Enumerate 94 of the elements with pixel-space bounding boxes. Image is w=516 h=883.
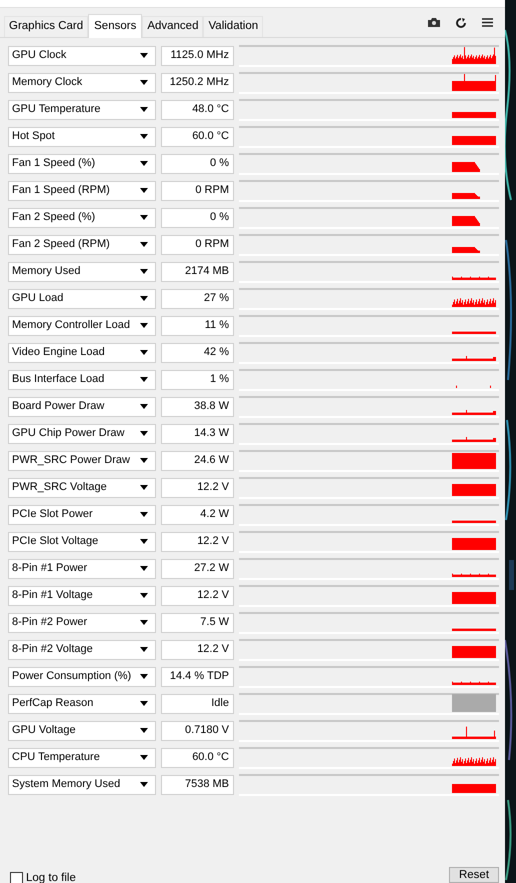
- caret-icon: [140, 161, 148, 166]
- sensor-dropdown[interactable]: Board Power Draw: [8, 396, 156, 416]
- sensor-dropdown[interactable]: Power Consumption (%): [8, 666, 156, 686]
- caret-icon: [140, 620, 148, 625]
- checkbox-label: Log to file: [26, 870, 76, 883]
- caret-icon: [140, 593, 148, 598]
- sensor-dropdown[interactable]: Memory Controller Load: [8, 316, 156, 336]
- caret-icon: [140, 701, 148, 706]
- sensor-value: 14.4 % TDP: [161, 666, 234, 686]
- sensor-value: 27.2 W: [161, 558, 234, 578]
- caret-icon: [140, 53, 148, 58]
- refresh-icon[interactable]: [456, 18, 466, 28]
- caret-icon: [140, 107, 148, 112]
- sensor-value: 14.3 W: [161, 424, 234, 444]
- caret-icon: [140, 404, 148, 409]
- sensor-value: 1 %: [161, 370, 234, 390]
- sensor-dropdown[interactable]: PWR_SRC Voltage: [8, 478, 156, 498]
- caret-icon: [140, 647, 148, 652]
- sensor-value: 0 %: [161, 154, 234, 174]
- caret-icon: [140, 782, 148, 787]
- sensor-dropdown[interactable]: Fan 2 Speed (RPM): [8, 234, 156, 254]
- sensor-dropdown[interactable]: Fan 1 Speed (RPM): [8, 180, 156, 200]
- sensor-dropdown[interactable]: Video Engine Load: [8, 342, 156, 362]
- caret-icon: [140, 296, 148, 301]
- caret-icon: [140, 458, 148, 463]
- sensor-value: 7.5 W: [161, 612, 234, 632]
- sensor-dropdown[interactable]: Hot Spot: [8, 126, 156, 146]
- sensor-value: 48.0 °C: [161, 100, 234, 120]
- sensor-dropdown[interactable]: GPU Load: [8, 288, 156, 308]
- reset-button[interactable]: Reset: [449, 867, 499, 883]
- sensor-value: 2174 MB: [161, 262, 234, 282]
- caret-icon: [140, 188, 148, 193]
- sensor-dropdown[interactable]: CPU Temperature: [8, 748, 156, 768]
- sensor-value: 60.0 °C: [161, 126, 234, 146]
- sensor-value: 7538 MB: [161, 774, 234, 794]
- sensor-value: 0 RPM: [161, 180, 234, 200]
- caret-icon: [140, 215, 148, 220]
- sensor-value: 0 RPM: [161, 234, 234, 254]
- caret-icon: [140, 728, 148, 733]
- tab[interactable]: Advanced: [142, 16, 204, 37]
- sensor-value: 4.2 W: [161, 504, 234, 524]
- sensor-dropdown[interactable]: PerfCap Reason: [8, 694, 156, 714]
- sensor-value: Idle: [161, 694, 234, 714]
- sensor-dropdown[interactable]: GPU Chip Power Draw: [8, 424, 156, 444]
- caret-icon: [140, 485, 148, 490]
- menu-icon[interactable]: [482, 18, 493, 27]
- sensor-dropdown[interactable]: GPU Clock: [8, 46, 156, 66]
- caret-icon: [140, 80, 148, 85]
- tab[interactable]: Sensors: [88, 14, 142, 38]
- caret-icon: [140, 323, 148, 328]
- sensor-dropdown[interactable]: 8-Pin #2 Power: [8, 612, 156, 632]
- camera-icon[interactable]: [428, 18, 440, 27]
- sensor-dropdown[interactable]: Memory Clock: [8, 72, 156, 92]
- caret-icon: [140, 431, 148, 436]
- caret-icon: [140, 350, 148, 355]
- sensor-value: 42 %: [161, 342, 234, 362]
- sensor-value: 0.7180 V: [161, 720, 234, 740]
- tab[interactable]: Graphics Card: [4, 16, 88, 37]
- sensor-dropdown[interactable]: System Memory Used: [8, 774, 156, 794]
- sensor-dropdown[interactable]: Memory Used: [8, 262, 156, 282]
- sensor-value: 1125.0 MHz: [161, 46, 234, 66]
- caret-icon: [140, 755, 148, 760]
- sensor-value: 0 %: [161, 208, 234, 228]
- sensor-dropdown[interactable]: Fan 1 Speed (%): [8, 154, 156, 174]
- caret-icon: [140, 512, 148, 517]
- sensor-value: 38.8 W: [161, 396, 234, 416]
- sensor-value: 12.2 V: [161, 532, 234, 552]
- sensor-value: 12.2 V: [161, 586, 234, 606]
- sensor-dropdown[interactable]: PWR_SRC Power Draw: [8, 450, 156, 470]
- caret-icon: [140, 269, 148, 274]
- sensor-value: 60.0 °C: [161, 748, 234, 768]
- sensor-dropdown[interactable]: Fan 2 Speed (%): [8, 208, 156, 228]
- sensor-dropdown[interactable]: 8-Pin #1 Voltage: [8, 586, 156, 606]
- sensor-value: 11 %: [161, 316, 234, 336]
- sensor-value: 27 %: [161, 288, 234, 308]
- sensor-dropdown[interactable]: Bus Interface Load: [8, 370, 156, 390]
- sensor-value: 12.2 V: [161, 478, 234, 498]
- sensor-dropdown[interactable]: PCIe Slot Voltage: [8, 532, 156, 552]
- tab[interactable]: Validation: [203, 16, 264, 37]
- sensor-dropdown[interactable]: 8-Pin #2 Voltage: [8, 640, 156, 660]
- sensor-dropdown[interactable]: GPU Voltage: [8, 720, 156, 740]
- caret-icon: [140, 674, 148, 679]
- sensor-dropdown[interactable]: 8-Pin #1 Power: [8, 558, 156, 578]
- sensor-dropdown[interactable]: PCIe Slot Power: [8, 504, 156, 524]
- sensor-value: 12.2 V: [161, 640, 234, 660]
- caret-icon: [140, 566, 148, 571]
- sensor-dropdown[interactable]: GPU Temperature: [8, 100, 156, 120]
- sensor-value: 24.6 W: [161, 450, 234, 470]
- sensor-value: 1250.2 MHz: [161, 72, 234, 92]
- checkbox[interactable]: [10, 872, 23, 883]
- caret-icon: [140, 377, 148, 382]
- caret-icon: [140, 134, 148, 139]
- caret-icon: [140, 242, 148, 247]
- caret-icon: [140, 539, 148, 544]
